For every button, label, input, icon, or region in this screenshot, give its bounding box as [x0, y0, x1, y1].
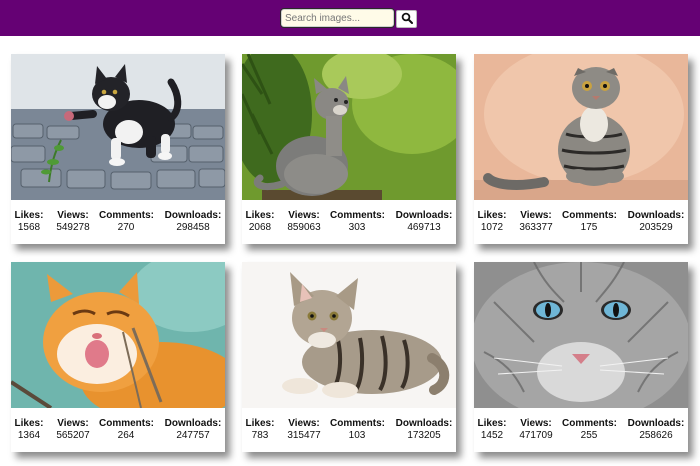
downloads-label: Downloads:	[164, 418, 222, 429]
top-bar	[0, 0, 700, 36]
comments-count: 303	[348, 222, 366, 233]
image-stats: Likes: 2068 Views: 859063 Comments: 303 …	[242, 210, 456, 240]
likes-count: 1364	[17, 430, 41, 441]
views-count: 471709	[519, 430, 553, 441]
views-count: 549278	[56, 222, 90, 233]
cat-photo[interactable]	[474, 262, 688, 408]
likes-count: 2068	[248, 222, 272, 233]
comments-count: 255	[580, 430, 598, 441]
image-stats: Likes: 1072 Views: 363377 Comments: 175 …	[474, 210, 688, 240]
image-card[interactable]: Likes: 2068 Views: 859063 Comments: 303 …	[242, 54, 456, 244]
likes-label: Likes:	[477, 418, 507, 429]
views-stat: Views: 471709	[514, 418, 558, 442]
comments-label: Comments:	[330, 418, 386, 429]
views-count: 565207	[56, 430, 90, 441]
views-count: 315477	[287, 430, 321, 441]
cat-photo[interactable]	[242, 54, 456, 200]
search-input[interactable]	[281, 9, 394, 27]
downloads-count: 203529	[639, 222, 673, 233]
comments-label: Comments:	[562, 418, 618, 429]
image-card[interactable]: Likes: 1568 Views: 549278 Comments: 270 …	[11, 54, 225, 244]
downloads-count: 298458	[176, 222, 210, 233]
downloads-label: Downloads:	[164, 210, 222, 221]
comments-label: Comments:	[330, 210, 386, 221]
comments-count: 264	[117, 430, 135, 441]
views-label: Views:	[520, 210, 552, 221]
cat-photo[interactable]	[11, 54, 225, 200]
downloads-count: 247757	[176, 430, 210, 441]
downloads-label: Downloads:	[627, 210, 685, 221]
likes-stat: Likes: 1452	[474, 418, 510, 442]
views-label: Views:	[288, 210, 320, 221]
likes-label: Likes:	[245, 418, 275, 429]
image-card[interactable]: Likes: 1452 Views: 471709 Comments: 255 …	[474, 262, 688, 452]
likes-label: Likes:	[477, 210, 507, 221]
downloads-stat: Downloads: 173205	[392, 418, 456, 442]
downloads-count: 258626	[639, 430, 673, 441]
views-stat: Views: 565207	[51, 418, 95, 442]
views-stat: Views: 549278	[51, 210, 95, 234]
comments-label: Comments:	[99, 210, 155, 221]
comments-stat: Comments: 270	[99, 210, 155, 234]
likes-label: Likes:	[14, 210, 44, 221]
image-card[interactable]: Likes: 1072 Views: 363377 Comments: 175 …	[474, 54, 688, 244]
downloads-count: 469713	[407, 222, 441, 233]
likes-stat: Likes: 1364	[11, 418, 47, 442]
downloads-stat: Downloads: 298458	[161, 210, 225, 234]
comments-stat: Comments: 103	[330, 418, 386, 442]
views-label: Views:	[288, 418, 320, 429]
image-card[interactable]: Likes: 1364 Views: 565207 Comments: 264 …	[11, 262, 225, 452]
comments-label: Comments:	[562, 210, 618, 221]
downloads-count: 173205	[407, 430, 441, 441]
likes-stat: Likes: 783	[242, 418, 278, 442]
views-label: Views:	[57, 418, 89, 429]
likes-stat: Likes: 1568	[11, 210, 47, 234]
views-count: 859063	[287, 222, 321, 233]
search-icon	[401, 12, 413, 27]
cat-photo[interactable]	[242, 262, 456, 408]
comments-count: 103	[348, 430, 366, 441]
image-stats: Likes: 1364 Views: 565207 Comments: 264 …	[11, 418, 225, 448]
comments-stat: Comments: 175	[562, 210, 618, 234]
downloads-label: Downloads:	[627, 418, 685, 429]
views-label: Views:	[520, 418, 552, 429]
search-button[interactable]	[396, 10, 417, 28]
likes-count: 783	[251, 430, 269, 441]
downloads-stat: Downloads: 203529	[624, 210, 688, 234]
comments-stat: Comments: 264	[99, 418, 155, 442]
comments-label: Comments:	[99, 418, 155, 429]
image-stats: Likes: 1568 Views: 549278 Comments: 270 …	[11, 210, 225, 240]
likes-stat: Likes: 2068	[242, 210, 278, 234]
views-stat: Views: 363377	[514, 210, 558, 234]
image-card[interactable]: Likes: 783 Views: 315477 Comments: 103 D…	[242, 262, 456, 452]
comments-stat: Comments: 303	[330, 210, 386, 234]
views-stat: Views: 315477	[282, 418, 326, 442]
image-stats: Likes: 783 Views: 315477 Comments: 103 D…	[242, 418, 456, 448]
downloads-label: Downloads:	[395, 418, 453, 429]
comments-count: 270	[117, 222, 135, 233]
views-label: Views:	[57, 210, 89, 221]
cat-photo[interactable]	[474, 54, 688, 200]
downloads-stat: Downloads: 469713	[392, 210, 456, 234]
likes-count: 1452	[480, 430, 504, 441]
views-stat: Views: 859063	[282, 210, 326, 234]
comments-count: 175	[580, 222, 598, 233]
likes-stat: Likes: 1072	[474, 210, 510, 234]
likes-count: 1568	[17, 222, 41, 233]
downloads-stat: Downloads: 258626	[624, 418, 688, 442]
likes-count: 1072	[480, 222, 504, 233]
downloads-stat: Downloads: 247757	[161, 418, 225, 442]
downloads-label: Downloads:	[395, 210, 453, 221]
likes-label: Likes:	[14, 418, 44, 429]
image-stats: Likes: 1452 Views: 471709 Comments: 255 …	[474, 418, 688, 448]
likes-label: Likes:	[245, 210, 275, 221]
views-count: 363377	[519, 222, 553, 233]
cat-photo[interactable]	[11, 262, 225, 408]
comments-stat: Comments: 255	[562, 418, 618, 442]
